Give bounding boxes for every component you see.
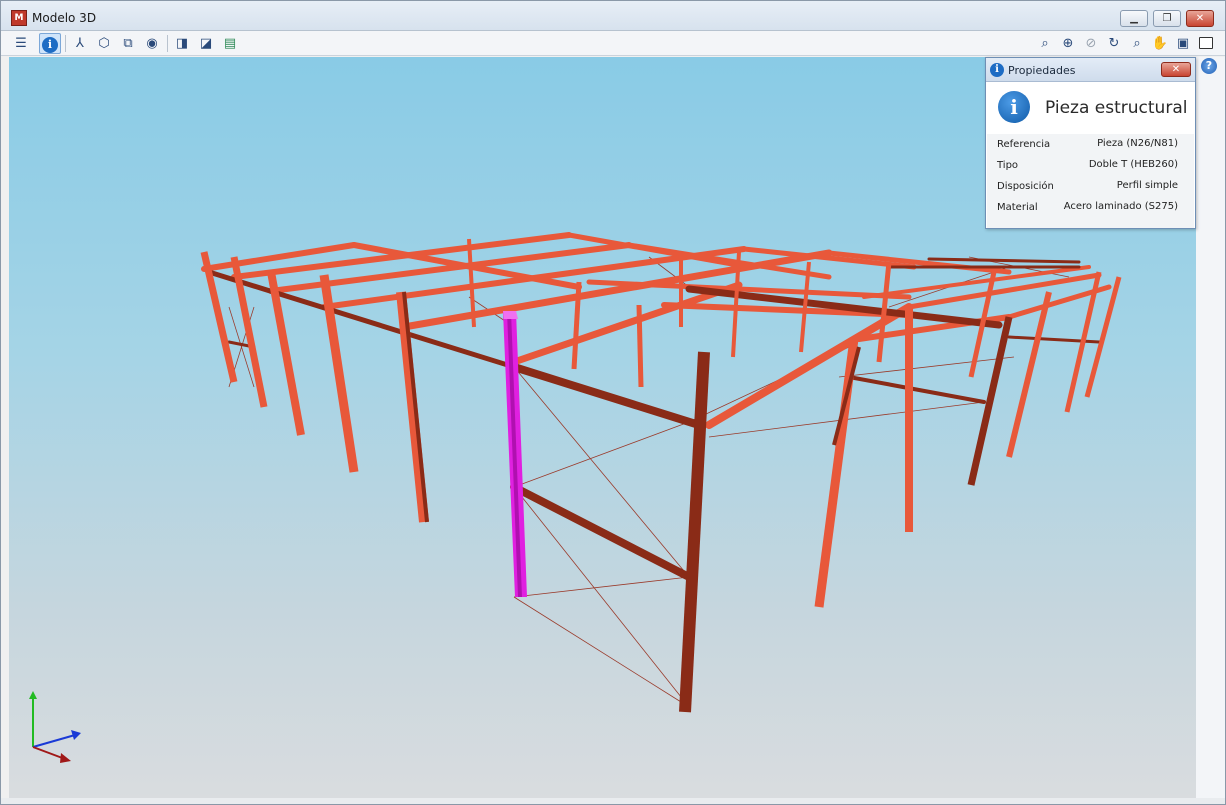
floor-view-button[interactable]: ▤: [219, 33, 241, 54]
selected-column[interactable]: [503, 311, 527, 597]
property-value: Doble T (HEB260): [1088, 159, 1178, 170]
app-window: M Modelo 3D ▁ ❐ ✕ ☰ i ⅄ ⬡ ⧉ ◉ ◨ ◪ ▤ ⌕ ⊕ …: [0, 0, 1226, 805]
zoom-window-icon: ⌕: [1041, 36, 1049, 51]
window-title: Modelo 3D: [32, 11, 97, 25]
section-icon: ◨: [175, 36, 189, 51]
columns-dark: [402, 291, 1013, 713]
eye-icon: ◉: [146, 36, 158, 51]
help-button[interactable]: ?: [1201, 58, 1217, 74]
close-icon: ✕: [1171, 64, 1181, 75]
right-toolbar: ?: [1196, 57, 1225, 798]
section-view-button[interactable]: ◨: [171, 33, 193, 54]
pan-button[interactable]: ✋: [1149, 33, 1171, 54]
info-icon: i: [42, 37, 58, 53]
panel-close-button[interactable]: ✕: [1161, 62, 1191, 77]
toolbar-separator: [65, 35, 66, 52]
wire-view-button[interactable]: ⧉: [117, 33, 139, 54]
help-icon: ?: [1205, 59, 1213, 72]
hand-icon: ✋: [1151, 36, 1169, 51]
panel-title: Propiedades: [1008, 64, 1076, 77]
toolbar-separator: [167, 35, 168, 52]
toolbar: ☰ i ⅄ ⬡ ⧉ ◉ ◨ ◪ ▤ ⌕ ⊕ ⊘ ↻ ⌕ ✋ ▣: [1, 31, 1225, 56]
property-row: Material Acero laminado (S275): [987, 197, 1194, 218]
render-button[interactable]: ◉: [141, 33, 163, 54]
title-bar[interactable]: M Modelo 3D ▁ ❐ ✕: [1, 1, 1225, 31]
property-row: Disposición Perfil simple: [987, 176, 1194, 197]
view-select-icon: ▣: [1176, 36, 1190, 51]
info-icon: i: [990, 63, 1004, 77]
restore-button[interactable]: ❐: [1153, 10, 1181, 27]
property-value: Acero laminado (S275): [1063, 201, 1178, 212]
property-row: Tipo Doble T (HEB260): [987, 155, 1194, 176]
zoom-all-button[interactable]: ⊕: [1057, 33, 1079, 54]
properties-panel-header[interactable]: i Propiedades ✕: [986, 58, 1195, 82]
layers-button[interactable]: ☰: [10, 33, 32, 54]
zoom-window-button[interactable]: ⌕: [1034, 33, 1056, 54]
info-button[interactable]: i: [39, 33, 61, 54]
axes-triad: [29, 691, 81, 763]
zoom-all-icon: ⊕: [1062, 36, 1074, 51]
zoom-prev-button[interactable]: ⊘: [1080, 33, 1102, 54]
property-value: Pieza (N26/N81): [1097, 138, 1178, 149]
property-key: Referencia: [997, 139, 1051, 150]
info-large-icon: i: [998, 91, 1030, 123]
properties-list: Referencia Pieza (N26/N81) Tipo Doble T …: [987, 134, 1194, 228]
rotate-button[interactable]: ↻: [1103, 33, 1125, 54]
panel-heading: Pieza estructural: [1045, 98, 1188, 118]
axes-button[interactable]: ⅄: [69, 33, 91, 54]
magnifier-icon: ⌕: [1133, 36, 1141, 51]
plane-icon: ◪: [199, 36, 213, 51]
rotate-icon: ↻: [1108, 36, 1120, 51]
restore-icon: ❐: [1162, 13, 1172, 24]
zoom-prev-icon: ⊘: [1085, 36, 1097, 51]
property-value: Perfil simple: [1116, 180, 1178, 191]
properties-panel: i Propiedades ✕ i Pieza estructural Refe…: [985, 57, 1196, 229]
minimize-icon: ▁: [1130, 13, 1138, 24]
panel-hero: i Pieza estructural: [990, 86, 1192, 130]
app-logo-icon: M: [11, 10, 27, 26]
bottom-border: [1, 798, 1225, 804]
layers-icon: ☰: [15, 36, 27, 51]
book-icon: [1199, 37, 1213, 49]
zoom-button[interactable]: ⌕: [1126, 33, 1148, 54]
property-key: Material: [997, 202, 1038, 213]
wire-cube-icon: ⧉: [123, 36, 133, 51]
floor-icon: ▤: [223, 36, 237, 51]
plane-view-button[interactable]: ◪: [195, 33, 217, 54]
close-button[interactable]: ✕: [1186, 10, 1214, 27]
property-row: Referencia Pieza (N26/N81): [987, 134, 1194, 155]
property-key: Disposición: [997, 181, 1054, 192]
minimize-button[interactable]: ▁: [1120, 10, 1148, 27]
solid-view-button[interactable]: ⬡: [93, 33, 115, 54]
view-select-button[interactable]: ▣: [1172, 33, 1194, 54]
close-icon: ✕: [1195, 13, 1205, 24]
book-button[interactable]: [1195, 33, 1217, 54]
cube-icon: ⬡: [98, 36, 110, 51]
property-key: Tipo: [997, 160, 1019, 171]
axes-icon: ⅄: [76, 36, 84, 51]
